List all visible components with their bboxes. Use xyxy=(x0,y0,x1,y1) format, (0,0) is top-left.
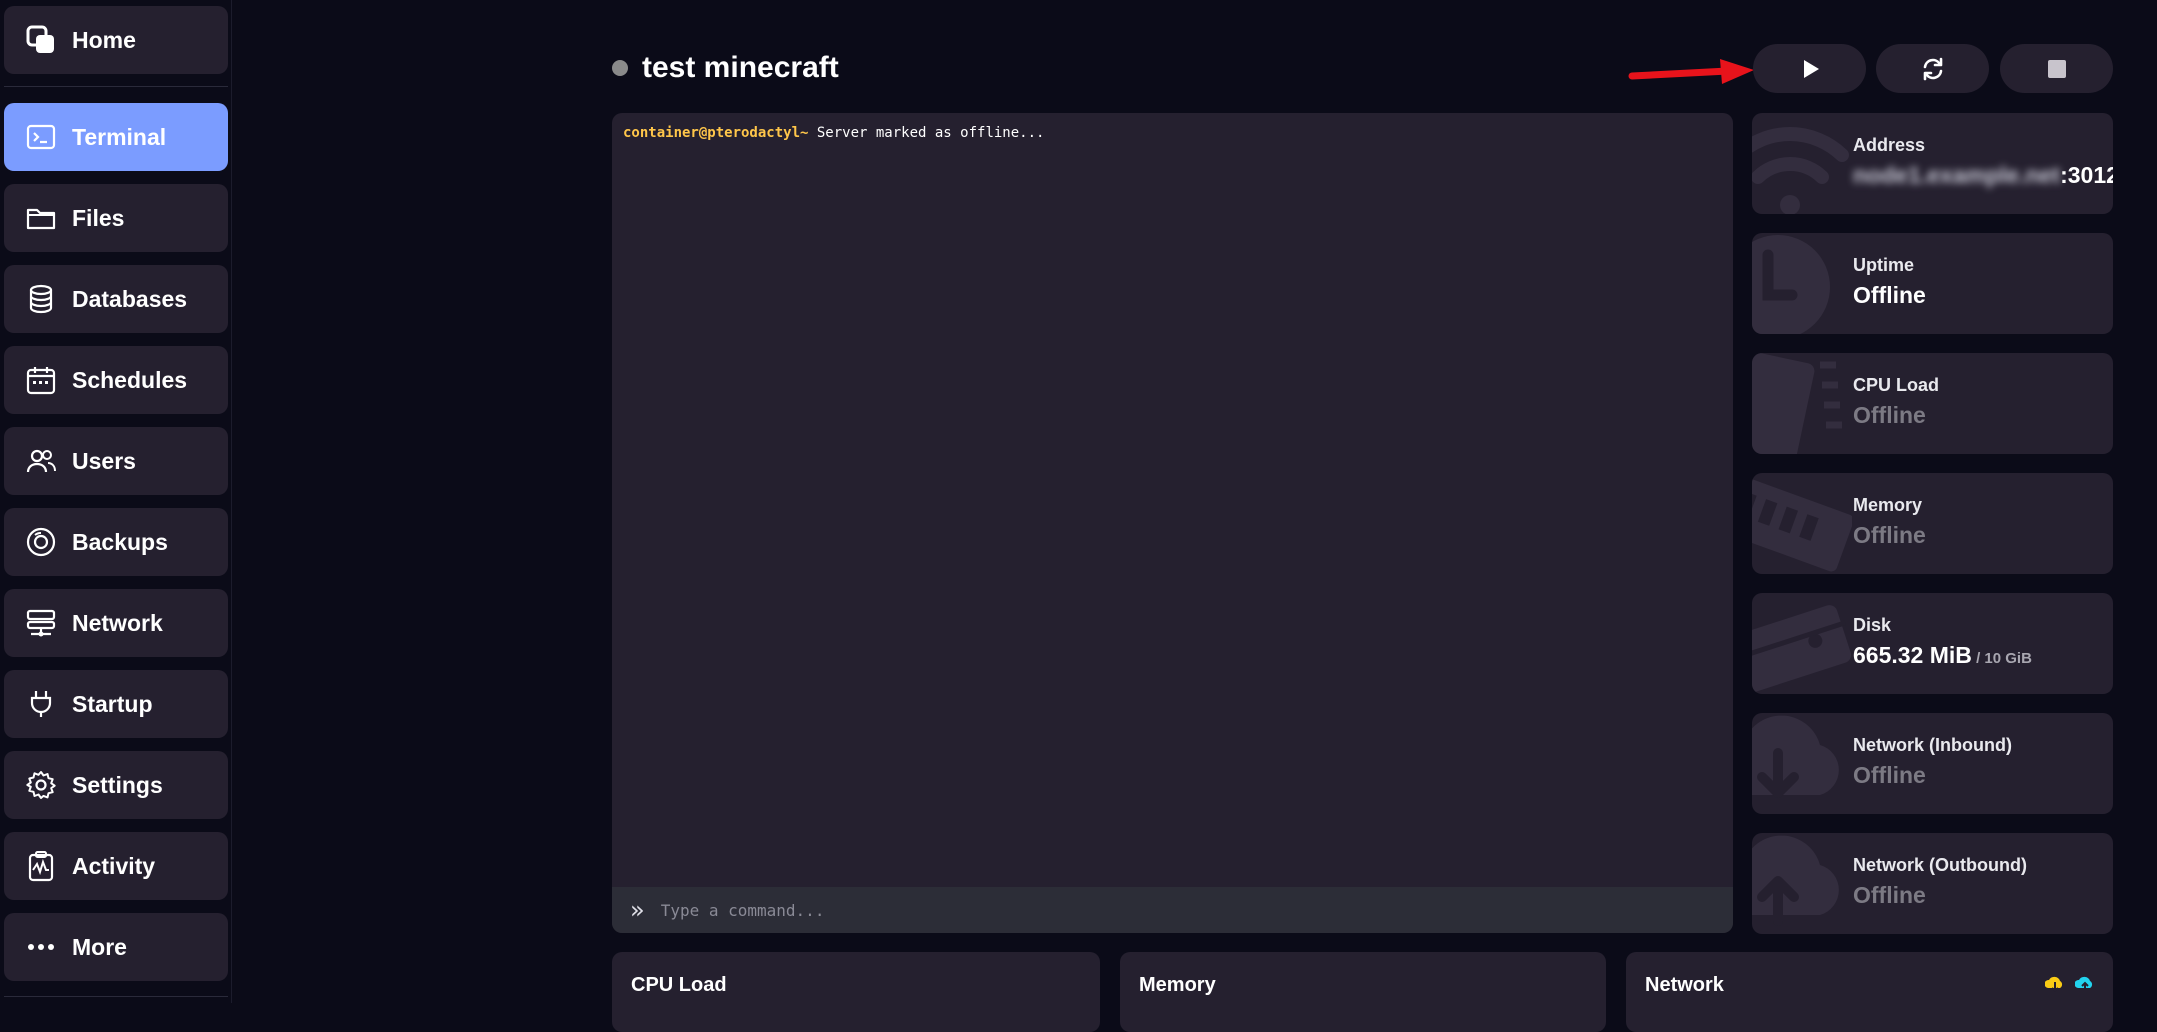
stat-label: Memory xyxy=(1853,495,1923,515)
sidebar-item-label: Files xyxy=(72,204,125,231)
stat-card-memory: Memory Offline xyxy=(1752,473,2113,574)
database-icon xyxy=(22,280,60,318)
sidebar-divider xyxy=(4,86,228,87)
network-legend xyxy=(2045,974,2095,994)
console-output: container@pterodactyl~ Server marked as … xyxy=(612,113,1733,153)
stop-button[interactable] xyxy=(2000,44,2113,93)
sidebar-item-activity[interactable]: Activity xyxy=(4,832,228,900)
sidebar-item-label: Startup xyxy=(72,690,153,717)
memory-chart-card: Memory xyxy=(1120,952,1606,1032)
hard-drive-icon xyxy=(1752,605,1852,694)
backup-icon xyxy=(22,523,60,561)
users-icon xyxy=(22,442,60,480)
sidebar-item-label: Activity xyxy=(72,852,156,879)
stat-card-network-inbound: Network (Inbound) Offline xyxy=(1752,713,2113,814)
stat-label: Disk xyxy=(1853,615,1892,635)
stat-value-disk: 665.32 MiB / 10 GiB xyxy=(1853,642,2032,669)
cloud-upload-icon xyxy=(1752,835,1839,926)
console: container@pterodactyl~ Server marked as … xyxy=(612,113,1733,933)
sidebar-item-databases[interactable]: Databases xyxy=(4,265,228,333)
sidebar-item-label: More xyxy=(72,933,127,960)
server-address[interactable]: node1.example.net:30128 xyxy=(1853,162,2113,189)
chevron-double-right-icon: » xyxy=(630,896,645,924)
stop-icon xyxy=(2047,59,2066,78)
cloud-download-icon xyxy=(2045,976,2063,993)
sidebar-item-label: Network xyxy=(72,609,163,636)
sidebar-divider xyxy=(4,996,228,997)
server-title: test minecraft xyxy=(642,51,839,84)
restart-icon xyxy=(1923,57,1942,80)
stat-value-uptime: Offline xyxy=(1853,282,1926,308)
memory-icon xyxy=(1752,473,1852,572)
sidebar-item-label: Settings xyxy=(72,771,163,798)
gear-icon xyxy=(22,766,60,804)
stat-value-network-inbound: Offline xyxy=(1853,762,1926,788)
sidebar-item-label: Schedules xyxy=(72,366,188,393)
server-status-dot xyxy=(612,60,628,76)
sidebar-item-settings[interactable]: Settings xyxy=(4,751,228,819)
stat-value-memory: Offline xyxy=(1853,522,1926,548)
activity-icon xyxy=(22,847,60,885)
stat-label: CPU Load xyxy=(1853,375,1940,395)
play-icon xyxy=(1803,59,1819,78)
cloud-download-icon xyxy=(1752,715,1839,798)
calendar-icon xyxy=(22,361,60,399)
terminal-icon xyxy=(22,118,60,156)
console-line: Server marked as offline... xyxy=(808,125,1045,141)
sidebar-item-home[interactable]: Home xyxy=(4,6,228,74)
stat-value-cpu: Offline xyxy=(1853,402,1926,428)
stat-card-network-outbound: Network (Outbound) Offline xyxy=(1752,833,2113,934)
sidebar: Home Terminal Files Databases Schedules … xyxy=(0,0,232,1003)
chart-title: CPU Load xyxy=(631,974,727,996)
cpu-icon xyxy=(1752,353,1842,454)
console-prompt: container@pterodactyl~ xyxy=(623,125,809,141)
stat-value-network-outbound: Offline xyxy=(1853,882,1926,908)
sidebar-item-files[interactable]: Files xyxy=(4,184,228,252)
disk-limit: / 10 GiB xyxy=(1971,650,2032,667)
command-input[interactable] xyxy=(660,900,1733,920)
stat-label: Network (Outbound) xyxy=(1853,855,2027,875)
home-icon xyxy=(22,21,60,59)
stat-card-uptime: Uptime Offline xyxy=(1752,233,2113,334)
stat-card-disk: Disk 665.32 MiB / 10 GiB xyxy=(1752,593,2113,694)
sidebar-item-label: Home xyxy=(72,26,136,53)
clock-icon xyxy=(1752,235,1830,334)
disk-used: 665.32 MiB xyxy=(1853,642,1972,668)
sidebar-item-label: Terminal xyxy=(72,123,167,150)
network-chart-card: Network xyxy=(1626,952,2113,1032)
stat-label: Network (Inbound) xyxy=(1853,735,2012,755)
stat-card-cpu: CPU Load Offline xyxy=(1752,353,2113,454)
sidebar-item-backups[interactable]: Backups xyxy=(4,508,228,576)
stat-card-address: Address node1.example.net:30128 xyxy=(1752,113,2113,214)
console-input-row: » xyxy=(612,887,1733,933)
sidebar-item-startup[interactable]: Startup xyxy=(4,670,228,738)
more-icon xyxy=(22,928,60,966)
cpu-chart-card: CPU Load xyxy=(612,952,1100,1032)
sidebar-item-label: Backups xyxy=(72,528,168,555)
server-port: :30128 xyxy=(2060,162,2113,188)
stat-label: Uptime xyxy=(1853,255,1915,275)
folder-icon xyxy=(22,199,60,237)
plug-icon xyxy=(22,685,60,723)
sidebar-item-users[interactable]: Users xyxy=(4,427,228,495)
wifi-icon xyxy=(1752,127,1849,214)
chart-title: Memory xyxy=(1139,974,1216,996)
sidebar-item-label: Databases xyxy=(72,285,188,312)
sidebar-item-schedules[interactable]: Schedules xyxy=(4,346,228,414)
stat-label: Address xyxy=(1853,135,1926,155)
sidebar-item-network[interactable]: Network xyxy=(4,589,228,657)
chart-title: Network xyxy=(1645,974,1724,996)
server-header: test minecraft xyxy=(612,44,839,92)
server-host-blurred: node1.example.net xyxy=(1853,162,2061,188)
cloud-upload-icon xyxy=(2075,976,2093,992)
sidebar-item-more[interactable]: More xyxy=(4,913,228,981)
annotation-arrow xyxy=(1628,59,1754,84)
start-button[interactable] xyxy=(1753,44,1866,93)
sidebar-item-label: Users xyxy=(72,447,136,474)
restart-button[interactable] xyxy=(1876,44,1989,93)
sidebar-item-terminal[interactable]: Terminal xyxy=(4,103,228,171)
network-icon xyxy=(22,604,60,642)
